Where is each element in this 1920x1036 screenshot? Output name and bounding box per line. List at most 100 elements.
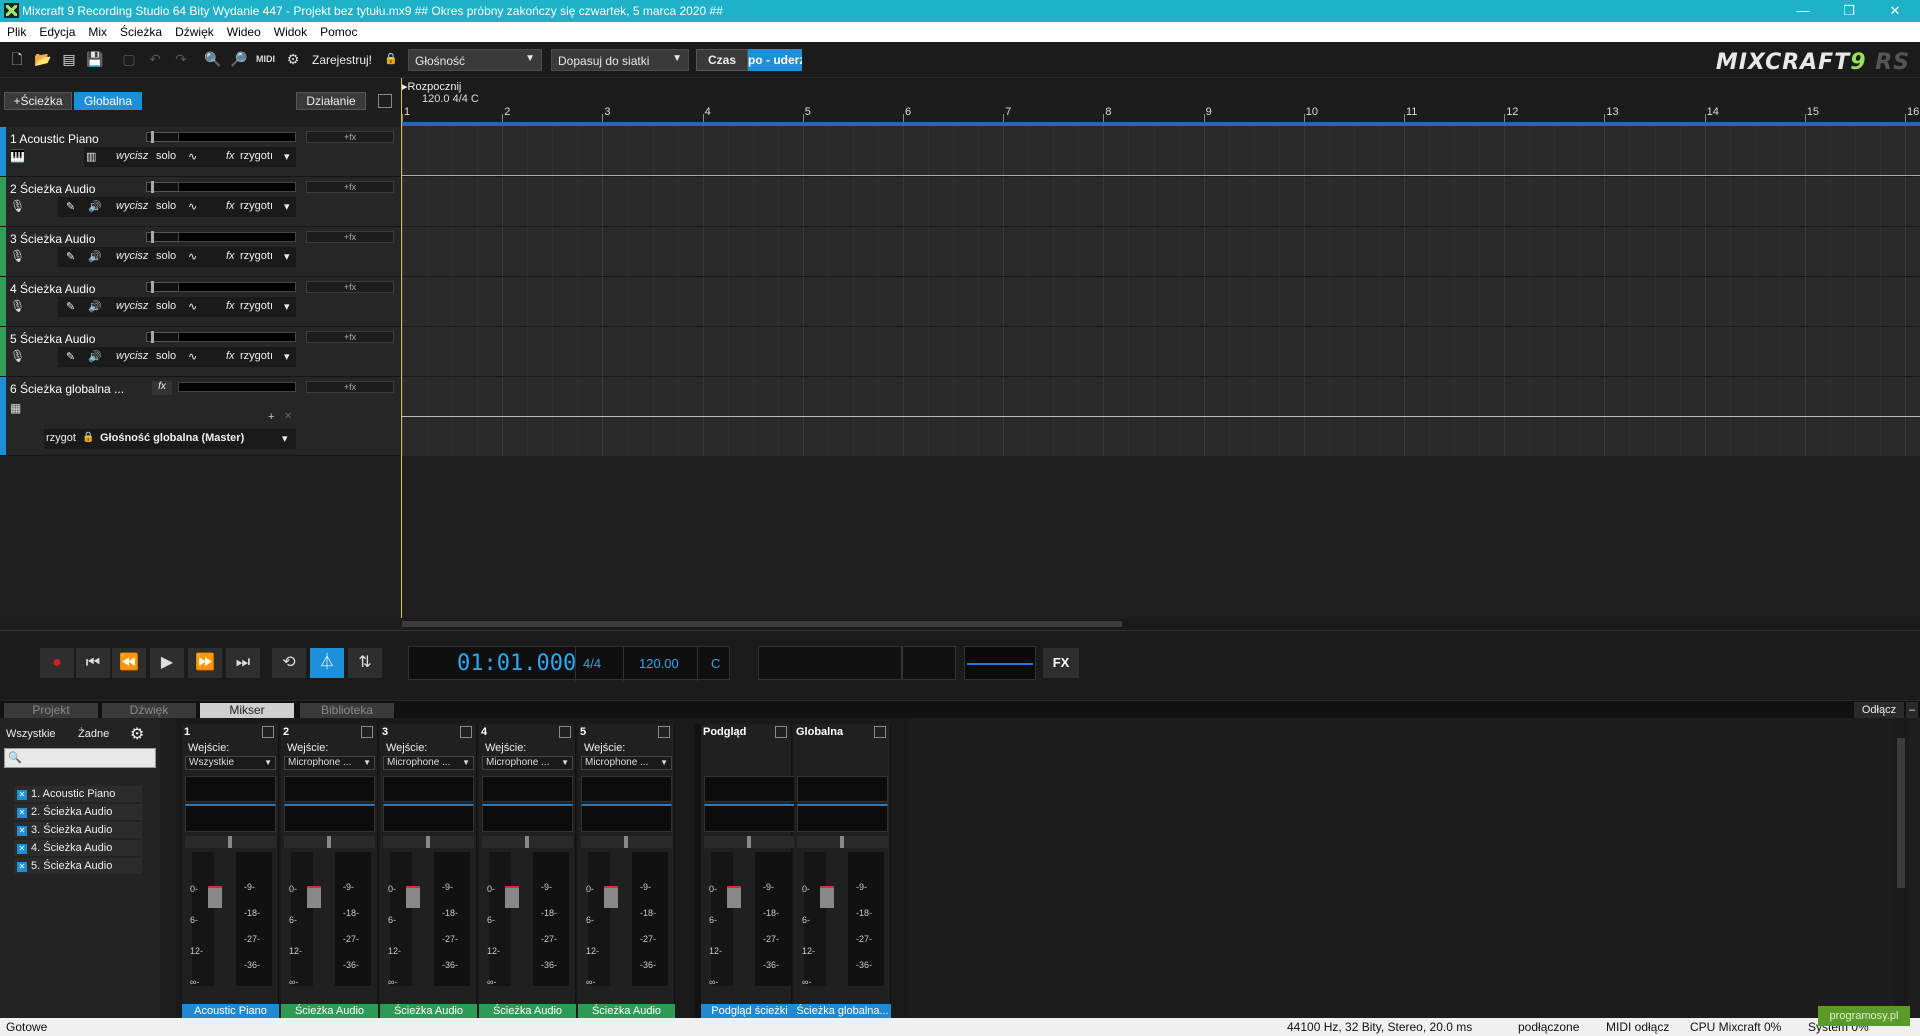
fx-button[interactable]: fx xyxy=(226,150,235,162)
detach-button[interactable]: Odłącz xyxy=(1854,702,1904,718)
input-select[interactable]: Wszystkie ▼ xyxy=(185,756,276,770)
zoom-out-icon[interactable]: 🔎 xyxy=(230,50,248,68)
slider-knob[interactable] xyxy=(151,181,154,193)
bar-number[interactable]: 6 xyxy=(905,106,911,118)
volume-fader-knob[interactable] xyxy=(406,886,420,908)
effects-slot[interactable] xyxy=(284,776,375,802)
select-none-button[interactable]: Żadne xyxy=(78,728,109,740)
effects-slot[interactable] xyxy=(185,776,276,802)
playhead[interactable] xyxy=(401,78,402,618)
start-marker[interactable]: ▸Rozpocznij xyxy=(402,80,461,93)
volume-slider[interactable] xyxy=(178,382,296,392)
slider-knob[interactable] xyxy=(151,231,154,243)
grid-view-icon[interactable] xyxy=(378,94,392,108)
menu-wideo[interactable]: Wideo xyxy=(220,22,267,39)
master-fx-button[interactable]: FX xyxy=(1043,648,1079,678)
global-button[interactable]: Globalna xyxy=(74,92,142,110)
mixer-strip[interactable]: 3 Wejście: Microphone ... ▼ 0- 6- 12- ∞- -9- -18-… xyxy=(380,724,477,1018)
input-select[interactable]: Microphone ... ▼ xyxy=(383,756,474,770)
mixer-filter-item[interactable]: ✕ 4. Ścieżka Audio xyxy=(14,840,142,856)
automation-parameter[interactable]: Głośność globalna (Master) xyxy=(100,432,244,444)
audio-track-icon[interactable]: 🎙 xyxy=(10,199,26,217)
metronome-button[interactable]: ⏃ xyxy=(310,648,344,678)
action-button[interactable]: Działanie xyxy=(296,92,366,110)
tempo-readout[interactable]: 120.00 xyxy=(639,656,679,671)
undo-icon[interactable]: ↶ xyxy=(146,50,164,68)
record-arm-icon[interactable]: ✎ xyxy=(66,300,75,313)
volume-slider[interactable] xyxy=(178,332,296,342)
bar-number[interactable]: 9 xyxy=(1206,106,1212,118)
mixer-strip[interactable]: 4 Wejście: Microphone ... ▼ 0- 6- 12- ∞- -9- -18-… xyxy=(479,724,576,1018)
chevron-down-icon[interactable]: ▾ xyxy=(284,300,290,313)
go-to-start-button[interactable]: ⏮ xyxy=(76,648,110,678)
mixer-filter-item[interactable]: ✕ 1. Acoustic Piano xyxy=(14,786,142,802)
automation-icon[interactable]: ∿ xyxy=(188,150,197,163)
menu-sciezka[interactable]: Ścieżka xyxy=(113,22,168,39)
global-automation-line[interactable] xyxy=(402,416,1920,417)
pan-knob[interactable] xyxy=(426,836,430,848)
volume-fader-knob[interactable] xyxy=(727,886,741,908)
lock-icon[interactable]: 🔒 xyxy=(382,50,400,68)
midi-icon[interactable]: MIDI xyxy=(256,50,275,68)
fx-button[interactable]: fx xyxy=(226,300,235,312)
sends-slot[interactable] xyxy=(284,804,375,832)
pan-slider[interactable] xyxy=(704,836,795,848)
track-name[interactable]: 4 Ścieżka Audio xyxy=(10,282,95,296)
volume-fader-knob[interactable] xyxy=(208,886,222,908)
solo-button[interactable]: solo xyxy=(156,250,176,262)
checkbox-checked-icon[interactable]: ✕ xyxy=(17,844,27,854)
expand-icon[interactable] xyxy=(559,726,571,738)
mute-button[interactable]: wycisz xyxy=(116,250,148,262)
fast-forward-button[interactable]: ⏩ xyxy=(188,648,222,678)
mixer-strip[interactable]: 2 Wejście: Microphone ... ▼ 0- 6- 12- ∞- -9- -18-… xyxy=(281,724,378,1018)
rewind-button[interactable]: ⏪ xyxy=(112,648,146,678)
expand-icon[interactable] xyxy=(361,726,373,738)
track-name[interactable]: 2 Ścieżka Audio xyxy=(10,182,95,196)
track-2[interactable]: 2 Ścieżka Audio +fx 🎙 ✎ 🔊 wycisz solo ∿ … xyxy=(0,177,400,227)
speaker-icon[interactable]: 🔊 xyxy=(88,350,102,363)
bar-number[interactable]: 7 xyxy=(1005,106,1011,118)
record-arm-icon[interactable]: ✎ xyxy=(66,200,75,213)
arm-button[interactable]: rzygotı xyxy=(240,350,273,362)
speaker-icon[interactable]: 🔊 xyxy=(88,200,102,213)
horizontal-scrollbar[interactable] xyxy=(402,618,1920,630)
pan-slider[interactable] xyxy=(482,836,573,848)
tempo-tap-button[interactable]: po - uderz xyxy=(748,49,802,71)
track-1-automation-line[interactable] xyxy=(402,175,1920,176)
bar-number[interactable]: 10 xyxy=(1306,106,1318,118)
sends-slot[interactable] xyxy=(797,804,888,832)
bar-number[interactable]: 11 xyxy=(1406,106,1417,118)
sends-slot[interactable] xyxy=(383,804,474,832)
effects-slot[interactable] xyxy=(797,776,888,802)
snap-grid-dropdown[interactable]: Dopasuj do siatki ▼ xyxy=(551,49,689,71)
go-to-end-button[interactable]: ⏭ xyxy=(226,648,260,678)
arm-button[interactable]: rzygotı xyxy=(240,200,273,212)
tab-mixer[interactable]: Mikser xyxy=(200,703,294,718)
time-mode-button[interactable]: Czas xyxy=(696,49,748,71)
mixer-filter-item[interactable]: ✕ 3. Ścieżka Audio xyxy=(14,822,142,838)
add-fx-button[interactable]: +fx xyxy=(306,181,394,193)
punch-button[interactable]: ⇅ xyxy=(348,648,382,678)
zoom-in-icon[interactable]: 🔍 xyxy=(204,50,222,68)
pan-slider[interactable] xyxy=(284,836,375,848)
tab-project[interactable]: Projekt xyxy=(4,703,98,718)
volume-slider[interactable] xyxy=(178,282,296,292)
arm-button[interactable]: rzygot xyxy=(46,432,76,444)
mute-button[interactable]: wycisz xyxy=(116,350,148,362)
mixer-settings-gear-icon[interactable]: ⚙ xyxy=(130,724,144,744)
remove-automation-icon[interactable]: ✕ xyxy=(284,411,292,422)
speaker-icon[interactable]: 🔊 xyxy=(88,250,102,263)
menu-widok[interactable]: Widok xyxy=(267,22,313,39)
tempo-marker[interactable]: 120.0 4/4 C xyxy=(422,93,479,105)
master-volume[interactable] xyxy=(964,646,1036,680)
chevron-down-icon[interactable]: ▾ xyxy=(282,432,288,445)
volume-slider[interactable] xyxy=(178,182,296,192)
volume-fader-knob[interactable] xyxy=(820,886,834,908)
input-select[interactable]: Microphone ... ▼ xyxy=(581,756,672,770)
effects-slot[interactable] xyxy=(704,776,795,802)
add-fx-button[interactable]: +fx xyxy=(306,381,394,393)
mixer-filter-item[interactable]: ✕ 5. Ścieżka Audio xyxy=(14,858,142,874)
bar-number[interactable]: 8 xyxy=(1105,106,1111,118)
time-readout[interactable]: 01:01.000 xyxy=(457,651,576,676)
audio-track-icon[interactable]: 🎙 xyxy=(10,299,26,317)
